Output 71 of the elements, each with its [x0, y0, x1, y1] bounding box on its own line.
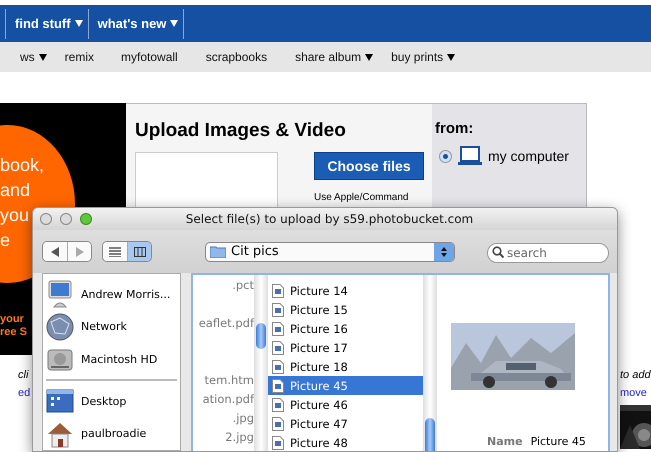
sidebar-item[interactable]: Macintosh HD — [43, 342, 180, 376]
promo-text-line: e — [0, 229, 10, 252]
sub-nav-item[interactable]: myfotowall — [121, 50, 178, 64]
zoom-button[interactable] — [80, 213, 92, 225]
search-icon — [492, 246, 504, 258]
nav-menu-item[interactable]: find stuff — [15, 16, 83, 31]
sub-nav-item[interactable]: share album — [295, 50, 374, 64]
sub-nav-item[interactable]: remix — [64, 50, 94, 64]
file-item[interactable]: eaflet.pdf — [193, 313, 254, 332]
file-item[interactable]: .jpg — [193, 408, 254, 427]
minimize-button[interactable] — [60, 213, 72, 225]
sidebar-item[interactable]: Andrew Morris... — [43, 278, 180, 310]
file-item[interactable]: 2.jpg — [193, 427, 254, 446]
scroll-bar[interactable] — [254, 275, 268, 451]
file-item[interactable]: tem.htm — [193, 370, 254, 389]
laptop-icon — [458, 146, 482, 166]
choose-files-button[interactable]: Choose files — [314, 152, 424, 180]
file-item[interactable]: Picture 46 — [268, 395, 423, 414]
file-item[interactable]: Picture 14 — [268, 281, 423, 300]
radio-button[interactable] — [439, 150, 452, 162]
file-item[interactable]: ation.pdf — [193, 389, 254, 408]
image-file-icon — [272, 302, 284, 316]
name-value: Picture 45 — [530, 435, 586, 448]
promo-text-line: book, — [0, 154, 44, 177]
image-file-icon — [272, 416, 284, 430]
file-item[interactable]: Picture 48 — [268, 433, 423, 451]
image-file-icon — [272, 378, 284, 392]
search-field[interactable]: search — [487, 242, 609, 262]
scroll-bar[interactable] — [423, 275, 437, 451]
image-file-icon — [272, 284, 284, 298]
link[interactable]: move — [620, 387, 651, 399]
column-view-button[interactable] — [127, 242, 151, 261]
list-icon — [109, 246, 121, 256]
folder-icon — [210, 245, 226, 258]
sub-nav-item[interactable]: ws — [20, 50, 47, 64]
promo-text-line: you — [0, 204, 30, 227]
upload-title: Upload Images & Video — [135, 120, 347, 142]
image-file-icon — [272, 322, 284, 336]
file-item[interactable]: Picture 47 — [268, 414, 423, 433]
sidebar-item[interactable]: paulbroadie — [43, 418, 180, 450]
sidebar-item[interactable]: Network — [43, 310, 180, 343]
source-heading: from: — [435, 120, 474, 137]
promo-text-line: and — [0, 179, 30, 202]
sub-nav-item[interactable]: scrapbooks — [206, 50, 268, 64]
name-label: Name — [487, 435, 523, 448]
stepper-icon — [438, 246, 450, 256]
option-label: my computer — [488, 148, 569, 164]
image-file-icon — [272, 360, 284, 374]
dialog-title: Select file(s) to upload by s59.photobucket.com — [184, 212, 474, 226]
file-item[interactable]: Picture 16 — [268, 319, 423, 338]
upload-hint: Use Apple/Command — [314, 192, 410, 203]
columns-icon — [134, 246, 146, 256]
caption-text: to add — [620, 369, 651, 381]
image-file-icon — [272, 340, 284, 354]
globe-icon — [45, 312, 75, 342]
file-item[interactable]: Picture 15 — [268, 300, 423, 319]
file-item[interactable]: Picture 17 — [268, 338, 423, 357]
file-item[interactable]: .pct — [193, 275, 254, 294]
caption-text: cli — [18, 369, 30, 381]
close-button[interactable] — [40, 213, 52, 225]
file-item[interactable]: Picture 18 — [268, 357, 423, 376]
folder-popup[interactable]: Cit pics — [205, 242, 455, 262]
forward-arrow-icon — [74, 246, 86, 256]
sub-nav-item[interactable]: buy prints — [391, 50, 456, 64]
link[interactable]: ed — [18, 387, 30, 399]
sidebar-item[interactable]: Desktop — [43, 385, 180, 418]
nav-menu-item[interactable]: what's new — [98, 16, 178, 31]
promo-footer-text: your ree S — [0, 313, 27, 339]
back-arrow-icon — [49, 246, 61, 256]
file-item[interactable]: Picture 45 — [268, 376, 423, 395]
image-file-icon — [272, 398, 284, 412]
